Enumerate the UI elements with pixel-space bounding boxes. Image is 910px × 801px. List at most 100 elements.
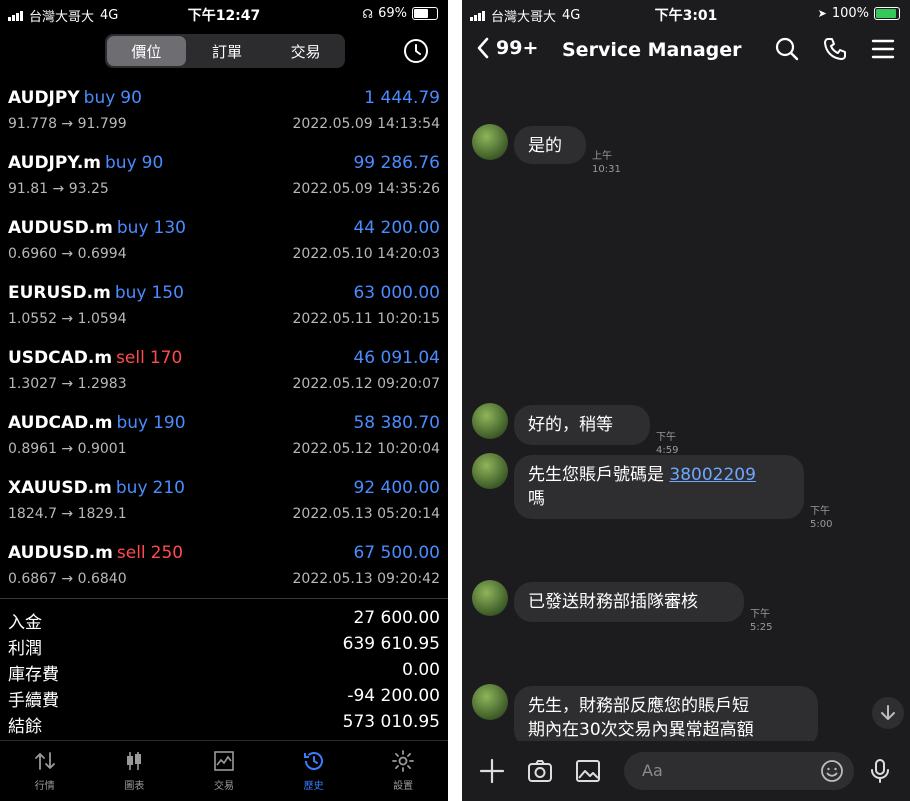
position-row[interactable]: USDCAD.m sell 170 46 091.04 1.3027 → 1.2983 2… — [0, 342, 448, 407]
battery-percent: 100% — [831, 6, 869, 21]
tab-candlestick[interactable]: 圖表 — [90, 741, 180, 801]
side-label: buy — [115, 478, 148, 498]
image-icon[interactable] — [574, 757, 602, 785]
segment-prices[interactable]: 價位 — [107, 36, 186, 66]
summary-value: 573 010.95 — [342, 712, 440, 732]
tab-arrows-updown[interactable]: 行情 — [0, 741, 90, 801]
position-profit: 99 286.76 — [353, 153, 440, 173]
camera-icon[interactable] — [526, 757, 554, 785]
history-clock-icon — [303, 752, 323, 770]
tab-history-clock[interactable]: 歷史 — [269, 741, 359, 801]
summary-row: 庫存費 0.00 — [0, 658, 448, 685]
position-time: 2022.05.13 05:20:14 — [292, 506, 441, 522]
battery-charging-icon — [874, 7, 900, 20]
microphone-icon[interactable] — [866, 757, 894, 785]
position-prices: 91.81 → 93.25 — [8, 181, 109, 197]
segment-trades[interactable]: 交易 — [266, 34, 345, 68]
segment-orders[interactable]: 訂單 — [188, 34, 267, 68]
position-side: buy 210 — [116, 478, 185, 498]
side-label: buy — [114, 283, 147, 303]
side-volume: 210 — [152, 478, 185, 498]
message-text: 是的 — [528, 136, 562, 156]
tab-gear[interactable]: 設置 — [358, 741, 448, 801]
position-side: buy 190 — [116, 413, 185, 433]
position-profit: 46 091.04 — [353, 348, 440, 368]
scroll-down-button[interactable] — [872, 697, 904, 729]
symbol-name: AUDUSD.m — [8, 218, 113, 238]
account-number-link[interactable]: 38002209 — [669, 465, 756, 485]
position-prices: 1.3027 → 1.2983 — [8, 376, 127, 392]
position-symbol: AUDJPY.m buy 90 — [8, 153, 163, 173]
tab-label: 圖表 — [124, 781, 145, 792]
summary-label: 庫存費 — [8, 665, 59, 685]
position-row[interactable]: AUDUSD.m sell 250 67 500.00 0.6867 → 0.6840 2… — [0, 537, 448, 602]
tab-chart-trend[interactable]: 交易 — [179, 741, 269, 801]
bottom-tab-bar: 行情 圖表 交易 歷史 設置 — [0, 740, 448, 801]
position-row[interactable]: XAUUSD.m buy 210 92 400.00 1824.7 → 1829.1 20… — [0, 472, 448, 537]
message-time: 下午5:25 — [750, 609, 773, 633]
summary-row: 手續費 -94 200.00 — [0, 684, 448, 711]
back-button[interactable]: 99+ — [476, 37, 538, 59]
position-side: buy 130 — [117, 218, 186, 238]
phone-icon[interactable] — [822, 36, 848, 62]
position-prices: 1.0552 → 1.0594 — [8, 311, 127, 327]
position-row[interactable]: EURUSD.m buy 150 63 000.00 1.0552 → 1.0594 20… — [0, 277, 448, 342]
message-input[interactable]: Aa — [624, 752, 854, 790]
contact-avatar[interactable] — [472, 124, 508, 160]
chat-app-screen: 台灣大哥大 4G 下午3:01 ➤ 100% 99+ Service Manag… — [462, 0, 910, 801]
symbol-name: XAUUSD.m — [8, 478, 112, 498]
contact-avatar[interactable] — [472, 684, 508, 720]
message-time: 下午4:59 — [656, 432, 679, 456]
message-text-line2: 嗎 — [528, 489, 545, 509]
position-time: 2022.05.09 14:13:54 — [292, 116, 441, 132]
summary-label: 結餘 — [8, 717, 42, 737]
side-volume: 190 — [153, 413, 186, 433]
positions-list: AUDJPY buy 90 1 444.79 91.778 → 91.799 2022.0… — [0, 82, 448, 602]
search-icon[interactable] — [774, 36, 800, 62]
summary-row: 利潤 639 610.95 — [0, 632, 448, 659]
menu-icon[interactable] — [870, 36, 896, 62]
their-message-bubble[interactable]: 先生，財務部反應您的賬戶短 期內在30次交易內異常超高額 — [514, 686, 818, 748]
their-message-bubble[interactable]: 先生您賬戶號碼是 38002209 嗎 — [514, 455, 804, 519]
contact-avatar[interactable] — [472, 580, 508, 616]
position-profit: 1 444.79 — [364, 88, 440, 108]
side-volume: 170 — [149, 348, 183, 368]
chevron-left-icon — [477, 37, 489, 59]
plus-icon[interactable] — [478, 757, 506, 785]
tab-label: 行情 — [34, 781, 55, 792]
position-row[interactable]: AUDCAD.m buy 190 58 380.70 0.8961 → 0.9001 20… — [0, 407, 448, 472]
symbol-name: AUDJPY — [8, 88, 80, 108]
position-side: buy 150 — [115, 283, 184, 303]
contact-avatar[interactable] — [472, 453, 508, 489]
position-symbol: USDCAD.m sell 170 — [8, 348, 182, 368]
message-text: 先生，財務部反應您的賬戶短 — [528, 696, 749, 716]
emoji-icon[interactable] — [820, 759, 844, 783]
their-message-bubble[interactable]: 是的 — [514, 126, 586, 164]
unread-count: 99+ — [496, 37, 539, 59]
position-row[interactable]: AUDJPY.m buy 90 99 286.76 91.81 → 93.25 2022.… — [0, 147, 448, 212]
position-time: 2022.05.11 10:20:15 — [292, 311, 441, 327]
position-side: buy 90 — [105, 153, 163, 173]
position-time: 2022.05.12 09:20:07 — [292, 376, 441, 392]
message-text: 先生您賬戶號碼是 — [528, 465, 670, 485]
position-prices: 0.6960 → 0.6994 — [8, 246, 127, 262]
position-row[interactable]: AUDUSD.m buy 130 44 200.00 0.6960 → 0.6994 20… — [0, 212, 448, 277]
position-symbol: AUDUSD.m sell 250 — [8, 543, 183, 563]
position-time: 2022.05.13 09:20:42 — [292, 571, 441, 587]
symbol-name: AUDCAD.m — [8, 413, 113, 433]
side-volume: 150 — [151, 283, 184, 303]
side-label: buy — [83, 88, 116, 108]
position-row[interactable]: AUDJPY buy 90 1 444.79 91.778 → 91.799 2022.0… — [0, 82, 448, 147]
side-label: sell — [116, 543, 146, 563]
their-message-bubble[interactable]: 已發送財務部插隊審核 — [514, 582, 744, 622]
summary-row: 入金 27 600.00 — [0, 606, 448, 633]
summary-value: 27 600.00 — [353, 608, 440, 628]
summary-label: 手續費 — [8, 691, 59, 711]
their-message-bubble[interactable]: 好的，稍等 — [514, 405, 650, 445]
clock-icon[interactable] — [403, 38, 429, 64]
contact-avatar[interactable] — [472, 403, 508, 439]
view-segmented-control: 價位 訂單 交易 — [105, 34, 345, 68]
status-bar: 台灣大哥大 4G 下午3:01 ➤ 100% — [462, 0, 910, 28]
position-profit: 58 380.70 — [353, 413, 440, 433]
tab-label: 歷史 — [303, 781, 324, 792]
